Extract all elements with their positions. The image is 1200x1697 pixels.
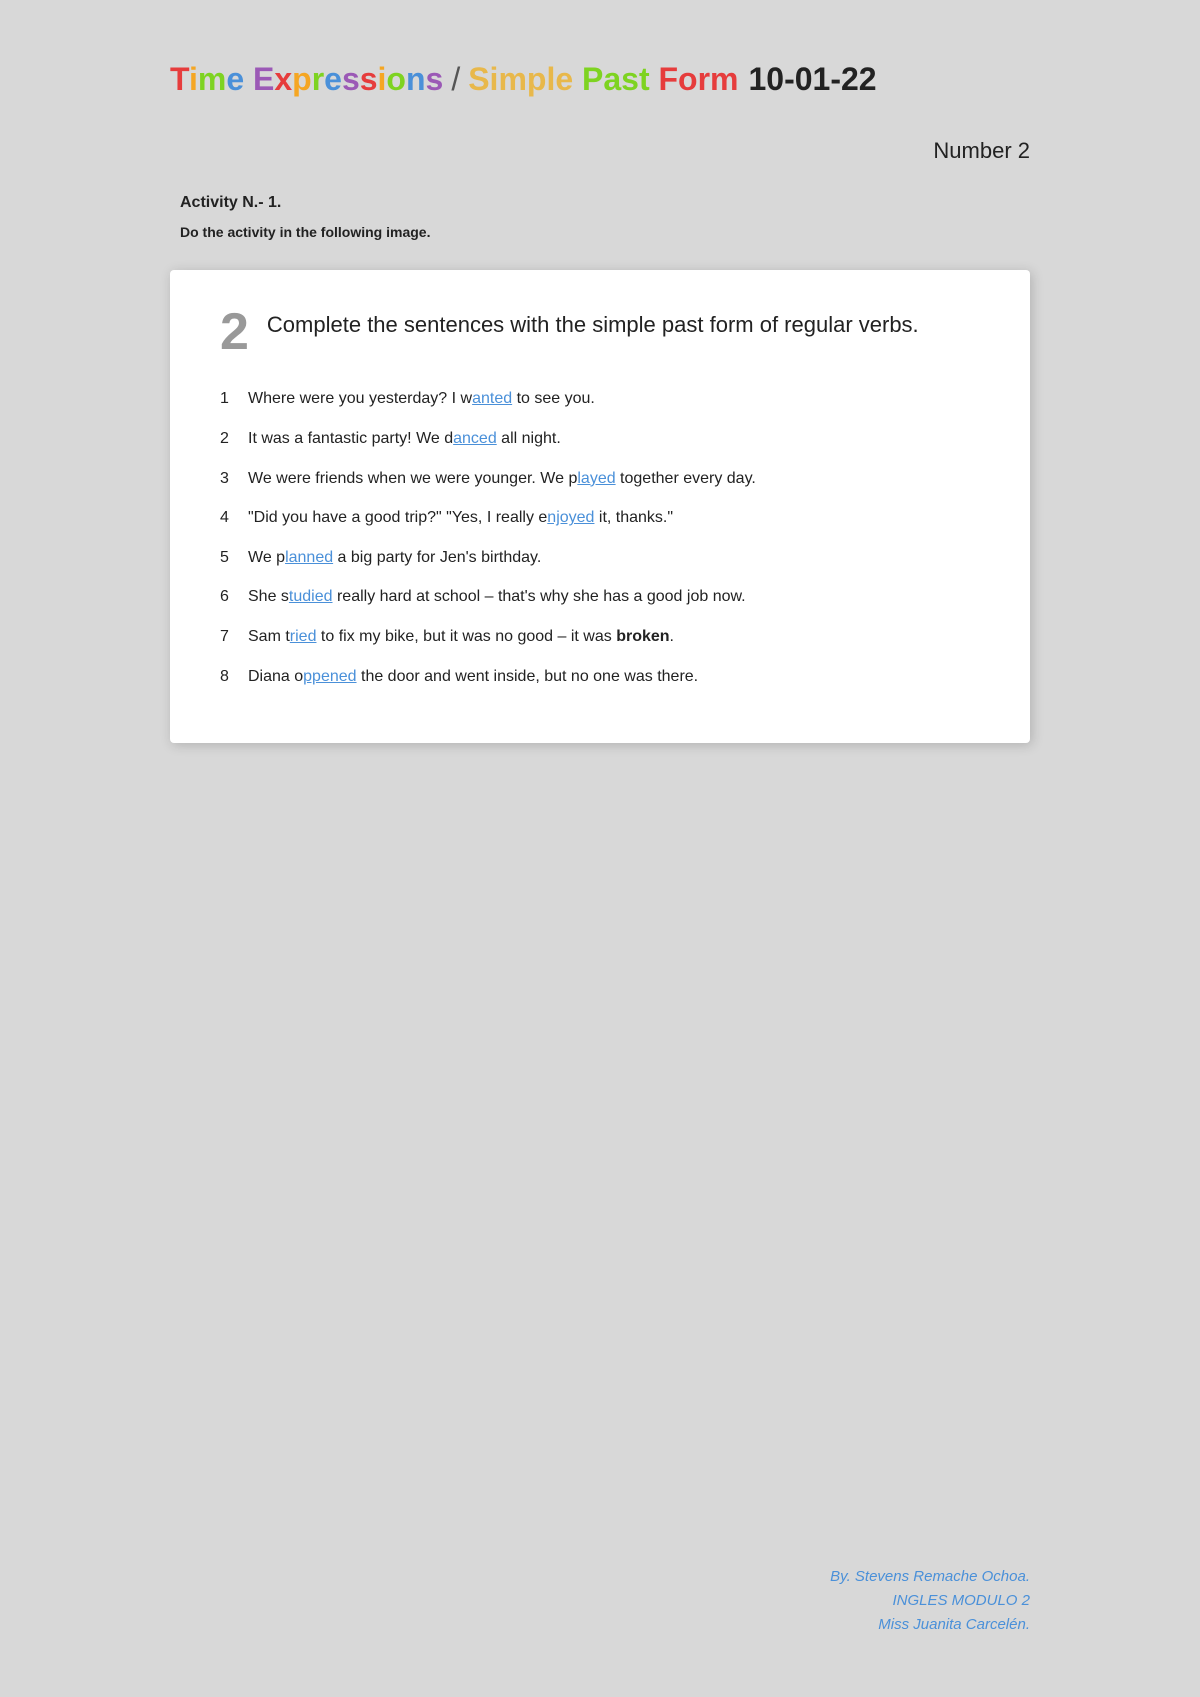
list-item: 1 Where were you yesterday? I wanted to …	[220, 386, 980, 412]
title-time-expressions: Time Expressions	[170, 60, 443, 98]
blank-3: layed	[577, 470, 615, 487]
list-item: 3 We were friends when we were younger. …	[220, 466, 980, 492]
activity-card: 2 Complete the sentences with the simple…	[170, 270, 1030, 743]
blank-4: njoyed	[547, 509, 594, 526]
list-item: 7 Sam tried to fix my bike, but it was n…	[220, 624, 980, 650]
card-title: Complete the sentences with the simple p…	[267, 310, 919, 341]
sentences-list: 1 Where were you yesterday? I wanted to …	[220, 386, 980, 689]
footer-line1: By. Stevens Remache Ochoa.	[170, 1565, 1030, 1589]
blank-7: ried	[290, 628, 317, 645]
activity-label: Activity N.- 1.	[180, 194, 281, 212]
activity-instruction: Do the activity in the following image.	[180, 224, 430, 240]
page-title: Time Expressions / Simple Past Form 10-0…	[170, 60, 877, 98]
card-exercise-number: 2	[220, 306, 249, 358]
footer-line3: Miss Juanita Carcelén.	[170, 1613, 1030, 1637]
blank-6: tudied	[289, 588, 333, 605]
footer: By. Stevens Remache Ochoa. INGLES MODULO…	[170, 1565, 1030, 1637]
list-item: 5 We planned a big party for Jen's birth…	[220, 545, 980, 571]
list-item: 6 She studied really hard at school – th…	[220, 584, 980, 610]
footer-line2: INGLES MODULO 2	[170, 1589, 1030, 1613]
blank-5: lanned	[285, 549, 333, 566]
blank-8: ppened	[303, 668, 356, 685]
list-item: 2 It was a fantastic party! We danced al…	[220, 426, 980, 452]
blank-1: anted	[472, 390, 512, 407]
card-header: 2 Complete the sentences with the simple…	[220, 310, 980, 358]
number-label: Number 2	[170, 138, 1030, 164]
list-item: 8 Diana oppened the door and went inside…	[220, 664, 980, 690]
blank-2: anced	[453, 430, 497, 447]
list-item: 4 "Did you have a good trip?" "Yes, I re…	[220, 505, 980, 531]
